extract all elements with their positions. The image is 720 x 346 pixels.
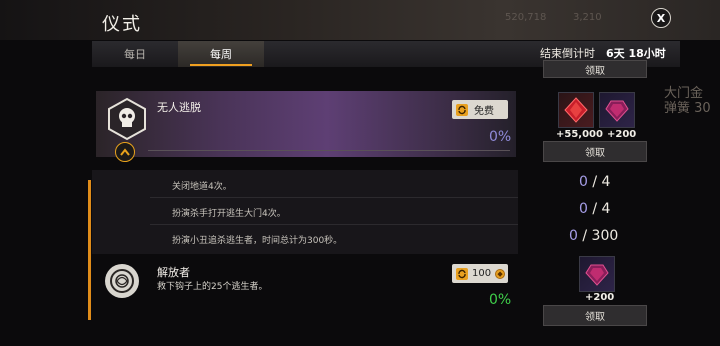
refresh-icon xyxy=(456,103,468,116)
challenge-2-description: 救下钩子上的25个逃生者。 xyxy=(157,282,268,292)
task-2-text: 扮演杀手打开逃生大门4次。 xyxy=(172,209,286,219)
claim-button-challenge-1[interactable]: 领取 xyxy=(543,141,647,162)
coin-icon: ◆ xyxy=(495,268,506,279)
challenge-1-progress: 0% xyxy=(489,129,512,145)
challenge-2-progress: 0% xyxy=(489,292,512,308)
selected-indicator-bar xyxy=(88,180,91,320)
claim-button-challenge-2[interactable]: 领取 xyxy=(543,305,647,326)
collapse-toggle-button[interactable] xyxy=(115,142,135,162)
page-title: 仪式 xyxy=(102,14,142,35)
reward-tile-shards[interactable] xyxy=(558,92,594,128)
liberator-emblem-icon xyxy=(105,264,139,298)
bg-text-2: 弹簧 30 xyxy=(664,101,711,116)
countdown-label: 结束倒计时 xyxy=(540,47,595,60)
divider xyxy=(150,197,518,198)
chevron-up-icon xyxy=(120,148,130,156)
reward-label-shards: +55,000 xyxy=(556,129,603,140)
active-tab-indicator xyxy=(190,64,252,66)
red-shard-icon xyxy=(564,97,588,123)
reward-tile-gems[interactable] xyxy=(599,92,635,128)
challenge-2-title: 解放者 xyxy=(157,266,190,279)
skull-emblem-icon xyxy=(108,97,146,141)
divider xyxy=(150,224,518,225)
close-button[interactable]: X xyxy=(651,8,671,28)
close-icon: X xyxy=(656,11,666,25)
task-3-text: 扮演小丑追杀逃生者，时间总计为300秒。 xyxy=(172,236,343,246)
bg-currency-2: 3,210 xyxy=(573,12,602,23)
challenge-1-progress-track xyxy=(148,150,510,151)
purple-gem-icon xyxy=(605,100,629,122)
tab-daily[interactable]: 每日 xyxy=(92,41,178,67)
reward-tile-gems-2[interactable] xyxy=(579,256,615,292)
cost-amount: 100 xyxy=(472,268,492,279)
purple-gem-icon xyxy=(585,264,609,286)
task-3-progress: 0 / 300 xyxy=(569,228,619,244)
claim-button-previous[interactable]: 领取 xyxy=(543,60,647,78)
free-badge: 免费 xyxy=(452,100,508,119)
challenge-1-title: 无人逃脱 xyxy=(157,101,201,114)
refresh-icon xyxy=(456,267,468,280)
countdown-value: 6天 18小时 xyxy=(606,47,666,60)
free-badge-label: 免费 xyxy=(474,106,494,117)
task-1-text: 关闭地道4次。 xyxy=(172,182,232,192)
cost-badge: 100 ◆ xyxy=(452,264,508,283)
reward-label-gems: +200 xyxy=(607,129,637,140)
bg-currency-1: 520,718 xyxy=(505,12,547,23)
task-2-progress: 0 / 4 xyxy=(579,201,611,217)
task-1-progress: 0 / 4 xyxy=(579,174,611,190)
reward-label-gems-2: +200 xyxy=(585,292,615,303)
